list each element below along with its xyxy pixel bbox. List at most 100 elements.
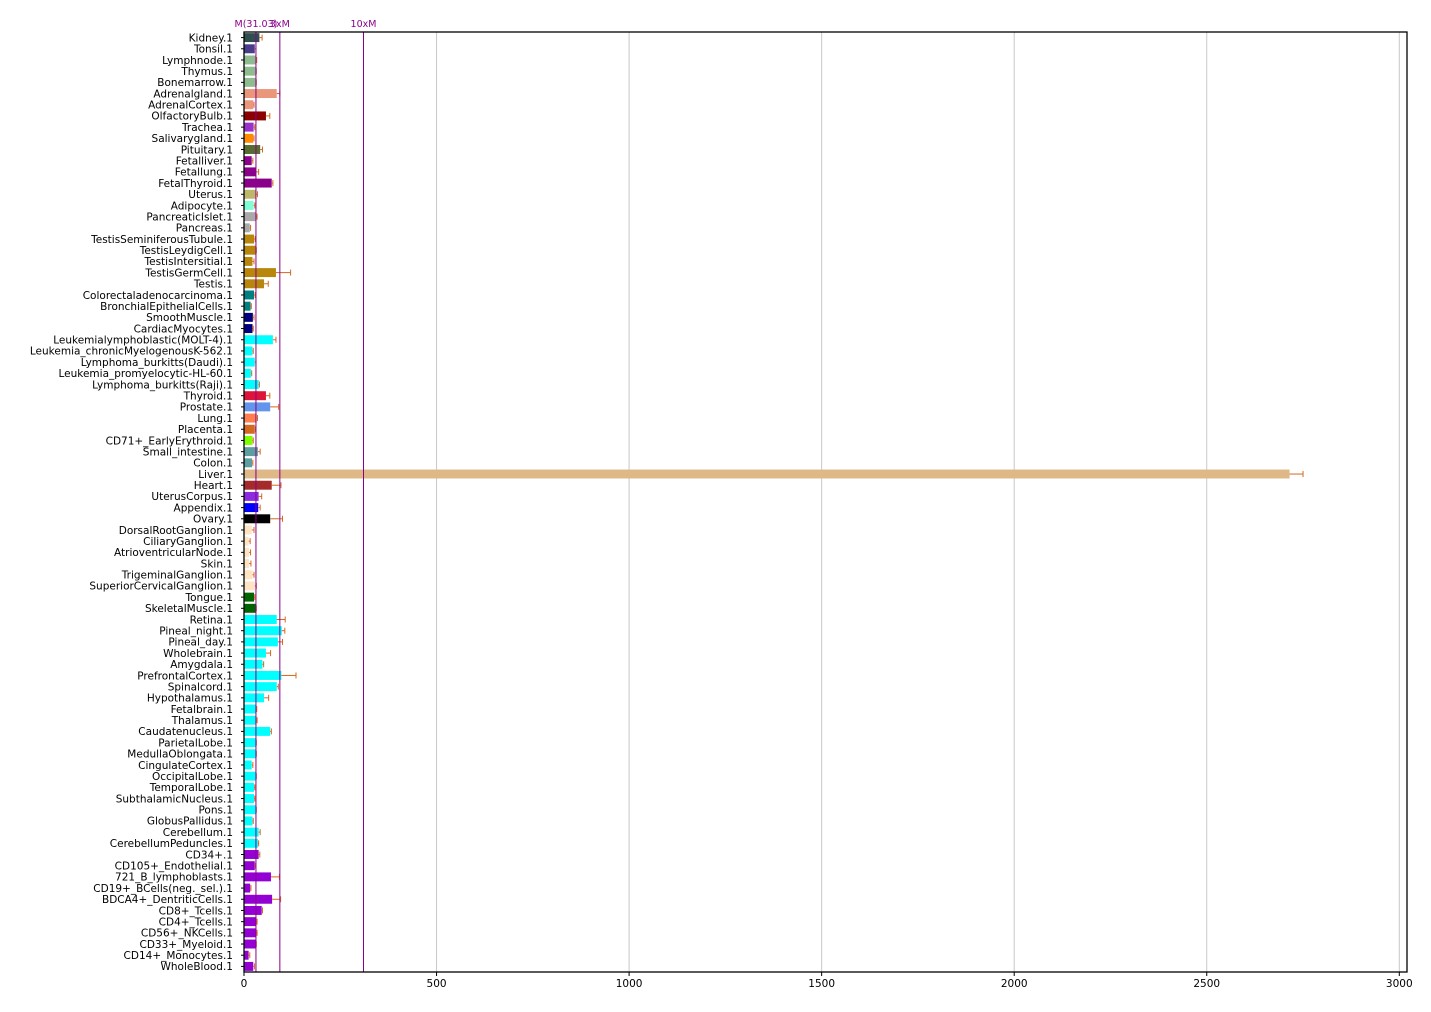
x-tick-label: 0 (241, 978, 248, 990)
bar (244, 894, 273, 904)
bar (244, 525, 252, 535)
bar (244, 324, 253, 334)
bar (244, 111, 266, 121)
bar (244, 33, 260, 43)
category-label: Bonemarrow.1 (157, 77, 233, 89)
bar (244, 480, 272, 490)
bar (244, 715, 257, 725)
x-tick-label: 2500 (1193, 978, 1220, 990)
category-label: Uterus.1 (188, 189, 233, 201)
category-label: Lymphoma_burkitts(Daudi).1 (81, 357, 233, 369)
bar (244, 961, 254, 971)
bar (244, 77, 256, 87)
bar (244, 100, 254, 110)
bar (244, 469, 1290, 479)
bar (244, 346, 253, 356)
bar (244, 570, 253, 580)
bar (244, 704, 256, 714)
bar (244, 200, 254, 210)
bars (244, 33, 1304, 971)
bar (244, 402, 271, 412)
bar (244, 89, 277, 99)
bar (244, 357, 255, 367)
bar (244, 424, 255, 434)
category-label: Amygdala.1 (170, 659, 233, 671)
bar (244, 245, 256, 255)
bar (244, 514, 271, 524)
bar (244, 905, 262, 915)
bar (244, 637, 278, 647)
bar (244, 726, 271, 736)
x-tick-label: 2000 (1001, 978, 1028, 990)
bar (244, 592, 255, 602)
bar (244, 693, 265, 703)
grid-lines (436, 32, 1400, 972)
bar (244, 559, 250, 569)
bar (244, 212, 257, 222)
bar (244, 670, 282, 680)
bar (244, 760, 252, 770)
bar (244, 279, 265, 289)
bar (244, 167, 256, 177)
category-label: Tongue.1 (184, 592, 233, 604)
x-tick-label: 3000 (1386, 978, 1413, 990)
bar (244, 268, 276, 278)
bar (244, 536, 249, 546)
plot-frame (243, 31, 1408, 973)
category-label: Salivarygland.1 (152, 133, 233, 145)
bar (244, 648, 266, 658)
category-label: SkeletalMuscle.1 (145, 603, 233, 615)
category-label: CD8+_Tcells.1 (159, 905, 233, 917)
bar (244, 917, 257, 927)
bar (244, 547, 250, 557)
category-label: TestisIntersitial.1 (143, 256, 233, 268)
bar (244, 872, 271, 882)
bar (244, 234, 255, 244)
bar (244, 659, 263, 669)
bar (244, 189, 257, 199)
category-label: TemporalLobe.1 (149, 782, 233, 794)
bar (244, 816, 253, 826)
bar (244, 883, 251, 893)
bar (244, 391, 266, 401)
bar (244, 133, 254, 143)
chart-svg: M(31.03)3xM 10xM Kidney.1Tonsil.1Lymphnod… (30, 19, 1413, 990)
category-label: PrefrontalCortex.1 (137, 670, 233, 682)
y-axis-labels: Kidney.1Tonsil.1Lymphnode.1Thymus.1Bonem… (30, 32, 244, 973)
bar (244, 615, 277, 624)
x-tick-label: 1500 (808, 978, 835, 990)
bar (244, 928, 257, 938)
bar (244, 738, 256, 748)
category-label: AtrioventricularNode.1 (114, 547, 233, 559)
category-label: BDCA4+_DentriticCells.1 (102, 894, 233, 906)
category-label: Leukemia_promyelocytic-HL-60.1 (58, 368, 233, 380)
bar (244, 44, 255, 54)
reference-label: 3xM (270, 19, 290, 30)
bar (244, 435, 253, 445)
bar (244, 223, 250, 233)
bar (244, 66, 256, 76)
x-tick-label: 500 (427, 978, 447, 990)
category-label: CD14+_Monocytes.1 (124, 950, 233, 962)
x-axis-ticks: 0 500 1000 1500 2000 2500 3000 (241, 972, 1413, 990)
category-label: Thalamus.1 (171, 715, 233, 727)
category-label: TestisLeydigCell.1 (139, 245, 233, 257)
bar (244, 950, 249, 960)
category-label: Trachea.1 (181, 122, 233, 134)
bar (244, 939, 256, 949)
bar (244, 145, 261, 154)
bar (244, 122, 254, 132)
reference-lines: M(31.03)3xM 10xM (235, 19, 376, 972)
category-label: Cerebellum.1 (163, 827, 233, 839)
bar (244, 603, 256, 613)
bar (244, 413, 257, 423)
category-label: UterusCorpus.1 (151, 491, 233, 503)
category-label: Placenta.1 (178, 424, 233, 436)
bar (244, 861, 255, 871)
category-label: CiliaryGanglion.1 (143, 536, 233, 548)
expression-bar-chart: M(31.03) 3xM 10xM Kidney.1 Tonsil.1 Lymphnod… (0, 0, 1431, 1008)
bar (244, 55, 256, 65)
bar (244, 178, 272, 188)
bar (244, 805, 256, 815)
category-label: BronchialEpithelialCells.1 (100, 301, 233, 313)
